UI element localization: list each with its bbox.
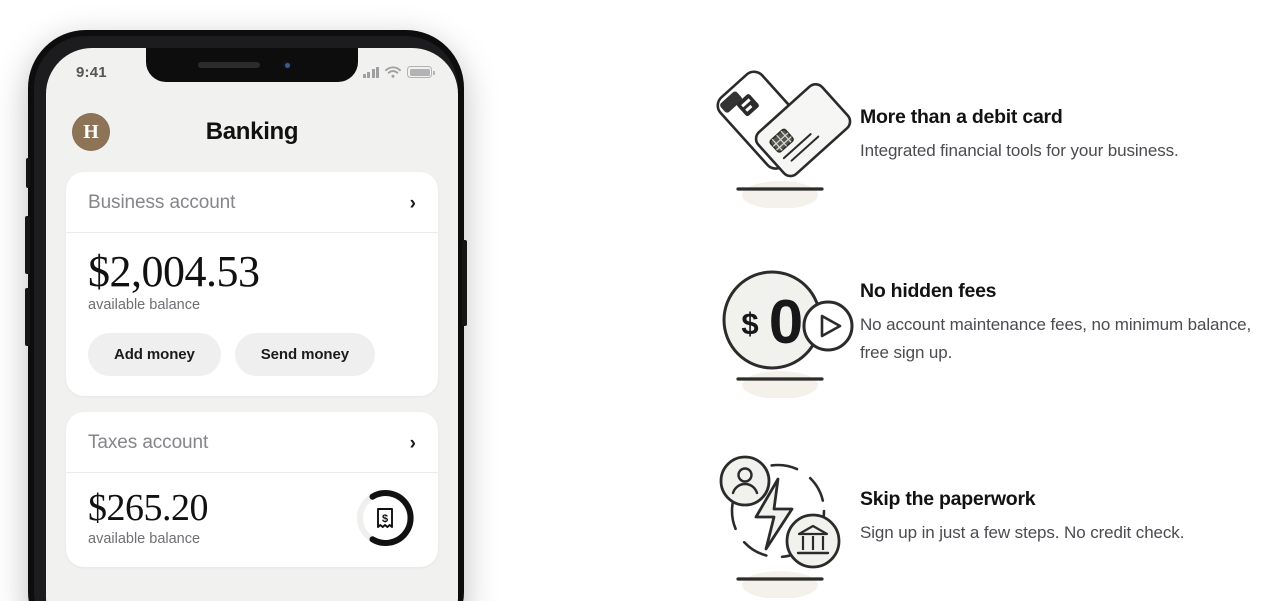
add-money-button[interactable]: Add money [88, 333, 221, 377]
zero-dollar-fee-icon: $ 0 [700, 248, 860, 399]
accounts-list: Business account › $2,004.53 available b… [46, 172, 458, 583]
status-bar-icons [362, 66, 435, 78]
earpiece-speaker-icon [198, 62, 260, 68]
features-list: More than a debit card Integrated financ… [700, 0, 1280, 601]
feature-text-paperwork: Skip the paperwork Sign up in just a few… [860, 448, 1260, 547]
account-header-taxes[interactable]: Taxes account › [66, 412, 438, 474]
avatar[interactable]: H [72, 113, 110, 151]
account-body-business: $2,004.53 available balance Add money Se… [66, 233, 438, 396]
svg-text:$: $ [741, 306, 758, 341]
account-balance: $2,004.53 [88, 247, 260, 296]
feature-text-no-fees: No hidden fees No account maintenance fe… [860, 248, 1260, 366]
account-actions: Add money Send money [88, 333, 416, 377]
account-name: Taxes account [88, 432, 209, 454]
feature-description: No account maintenance fees, no minimum … [860, 315, 1252, 362]
avatar-letter: H [83, 121, 99, 143]
phone-volume-up-button[interactable] [25, 216, 30, 274]
phone-notch [146, 48, 358, 82]
phone-screen: 9:41 H Banking Business account › $2,004… [46, 48, 458, 601]
account-balance-label: available balance [88, 297, 201, 314]
battery-icon [407, 66, 435, 78]
account-body-taxes: $ $265.20 available balance [66, 473, 438, 567]
account-name: Business account [88, 192, 236, 213]
front-camera-icon [281, 59, 293, 71]
phone-power-button[interactable] [462, 240, 467, 326]
wifi-icon [385, 66, 401, 78]
account-card-business: Business account › $2,004.53 available b… [66, 172, 438, 397]
feature-title: More than a debit card [860, 106, 1063, 128]
feature-item-no-fees: $ 0 No hidden fees No account maintenanc… [700, 248, 1260, 399]
svg-text:$: $ [382, 513, 388, 525]
send-money-button[interactable]: Send money [234, 333, 375, 377]
feature-text-debit-card: More than a debit card Integrated financ… [860, 58, 1260, 165]
phone-and-debit-card-icon [700, 58, 860, 209]
feature-item-debit-card: More than a debit card Integrated financ… [700, 58, 1260, 209]
phone-bezel: 9:41 H Banking Business account › $2,004… [34, 36, 458, 601]
phone-mockup: 9:41 H Banking Business account › $2,004… [25, 30, 468, 601]
landing-page: 9:41 H Banking Business account › $2,004… [0, 0, 1280, 601]
cellular-signal-icon [362, 66, 379, 78]
person-bolt-bank-transfer-icon [700, 448, 860, 599]
status-bar-time: 9:41 [76, 63, 107, 81]
feature-description: Integrated financial tools for your busi… [860, 141, 1179, 160]
app-header: H Banking [46, 100, 458, 164]
receipt-dollar-progress-ring-icon: $ [354, 487, 416, 549]
phone-frame: 9:41 H Banking Business account › $2,004… [25, 30, 467, 601]
svg-text:0: 0 [769, 288, 803, 357]
chevron-right-icon: › [409, 192, 416, 214]
feature-title: No hidden fees [860, 280, 997, 302]
chevron-right-icon: › [409, 432, 416, 454]
feature-item-paperwork: Skip the paperwork Sign up in just a few… [700, 448, 1260, 599]
account-header-business[interactable]: Business account › [66, 172, 438, 233]
account-card-taxes: Taxes account › $ $265.20 available bala… [66, 412, 438, 568]
feature-title: Skip the paperwork [860, 488, 1036, 510]
feature-description: Sign up in just a few steps. No credit c… [860, 523, 1185, 542]
phone-mute-switch[interactable] [26, 158, 30, 188]
phone-volume-down-button[interactable] [25, 288, 30, 346]
